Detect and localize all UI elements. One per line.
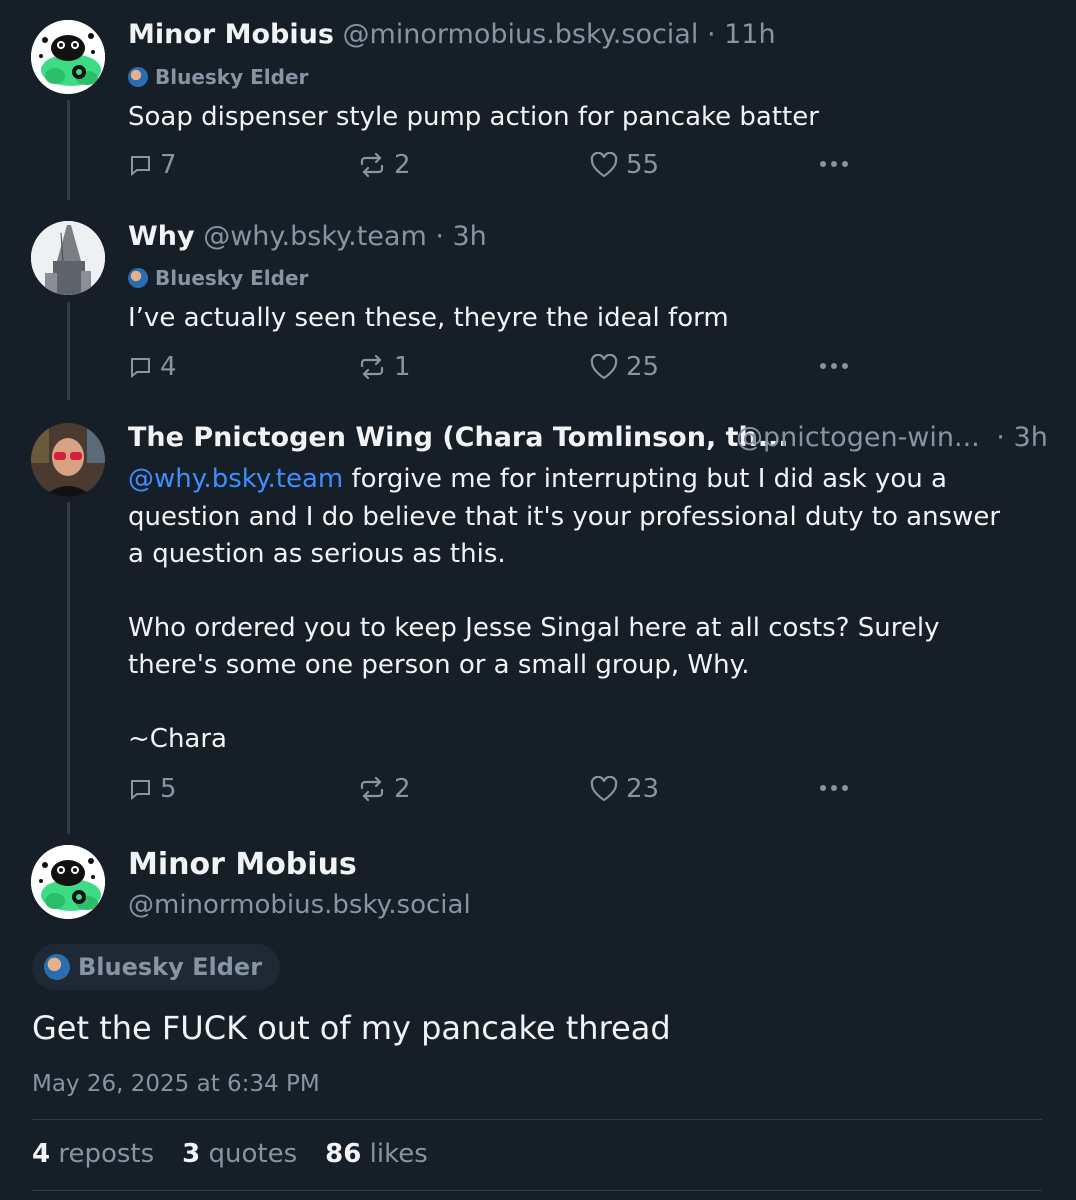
frog-avatar-icon[interactable]	[31, 845, 105, 919]
frog-avatar-icon[interactable]	[31, 20, 105, 94]
repost-icon	[360, 355, 384, 379]
repost-button[interactable]: 2	[358, 148, 411, 182]
mention-link[interactable]: @why.bsky.team	[128, 464, 343, 494]
repost-count: 2	[394, 774, 411, 804]
like-button[interactable]: 23	[590, 772, 659, 806]
divider	[32, 1119, 1042, 1120]
statue-avatar-icon[interactable]	[31, 221, 105, 295]
elder-badge-icon	[44, 954, 70, 980]
likes-count: 86	[325, 1139, 362, 1169]
quotes-label: quotes	[208, 1139, 298, 1169]
more-options-icon[interactable]	[820, 363, 848, 369]
verification-badge[interactable]: Bluesky Elder	[128, 62, 308, 92]
repost-button[interactable]: 1	[358, 350, 411, 384]
more-options-icon[interactable]	[820, 161, 848, 167]
badge-label: Bluesky Elder	[155, 266, 309, 290]
post-header-handle: @pnictogen-win... · 3h	[736, 421, 1048, 455]
post-actions: 4 1 25	[128, 350, 868, 384]
post-text: Soap dispenser style pump action for pan…	[128, 102, 819, 132]
reply-count: 4	[160, 352, 177, 382]
post-time[interactable]: · 3h	[435, 221, 486, 252]
reply-icon	[131, 156, 150, 177]
verification-badge[interactable]: Bluesky Elder	[128, 263, 308, 293]
reply-count: 5	[160, 774, 177, 804]
display-name[interactable]: Why	[128, 221, 195, 252]
post-text: @why.bsky.team forgive me for interrupti…	[128, 461, 947, 498]
thread-line	[67, 502, 70, 834]
handle[interactable]: @minormobius.bsky.social	[128, 887, 471, 923]
badge-label: Bluesky Elder	[155, 65, 309, 89]
person-avatar-icon[interactable]	[31, 423, 105, 497]
likes-stat[interactable]: 86 likes	[325, 1136, 428, 1172]
like-count: 25	[626, 352, 660, 382]
reply-count: 7	[160, 150, 177, 180]
post-text-line1: forgive me for interrupting but I did as…	[343, 464, 947, 494]
reposts-count: 4	[32, 1139, 51, 1169]
more-options-icon[interactable]	[820, 785, 848, 791]
display-name[interactable]: Minor Mobius	[128, 846, 357, 884]
repost-icon	[360, 153, 384, 177]
divider	[32, 1190, 1042, 1191]
quotes-count: 3	[182, 1139, 201, 1169]
reply-icon	[131, 358, 150, 379]
handle[interactable]: @minormobius.bsky.social	[343, 19, 699, 50]
engagement-stats: 4 reposts 3 quotes 86 likes	[32, 1136, 456, 1172]
repost-count: 1	[394, 352, 411, 382]
thread-line	[67, 100, 70, 200]
repost-count: 2	[394, 150, 411, 180]
display-name[interactable]: The Pnictogen Wing (Chara Tomlinson, th.…	[128, 422, 789, 453]
main-post-text: Get the FUCK out of my pancake thread	[32, 1009, 671, 1047]
display-name[interactable]: Minor Mobius	[128, 19, 334, 50]
verification-badge[interactable]: Bluesky Elder	[32, 944, 281, 990]
post-timestamp[interactable]: May 26, 2025 at 6:34 PM	[32, 1068, 320, 1100]
post-text-body: question and I do believe that it's your…	[128, 502, 1001, 754]
post-header: Minor Mobius @minormobius.bsky.social · …	[128, 18, 776, 52]
reply-icon	[131, 780, 150, 801]
thread-line	[67, 302, 70, 400]
like-count: 23	[626, 774, 660, 804]
post-time[interactable]: · 3h	[996, 422, 1047, 453]
post-text: I’ve actually seen these, theyre the ide…	[128, 303, 729, 333]
post-actions: 7 2 55	[128, 148, 868, 182]
like-count: 55	[626, 150, 660, 180]
repost-icon	[360, 777, 384, 801]
repost-button[interactable]: 2	[358, 772, 411, 806]
heart-icon	[590, 354, 618, 380]
heart-icon	[590, 776, 618, 802]
like-button[interactable]: 55	[590, 148, 659, 182]
reposts-stat[interactable]: 4 reposts	[32, 1136, 154, 1172]
post-time[interactable]: · 11h	[707, 19, 776, 50]
heart-icon	[590, 152, 618, 178]
elder-badge-icon	[128, 67, 148, 87]
elder-badge-icon	[128, 268, 148, 288]
like-button[interactable]: 25	[590, 350, 659, 384]
likes-label: likes	[369, 1139, 428, 1169]
badge-label: Bluesky Elder	[78, 953, 263, 981]
reply-button[interactable]: 7	[128, 148, 177, 182]
handle[interactable]: @pnictogen-win...	[736, 422, 980, 453]
handle[interactable]: @why.bsky.team	[203, 221, 427, 252]
reply-button[interactable]: 5	[128, 772, 177, 806]
quotes-stat[interactable]: 3 quotes	[182, 1136, 297, 1172]
post-header: Why @why.bsky.team · 3h	[128, 220, 487, 254]
reply-button[interactable]: 4	[128, 350, 177, 384]
reposts-label: reposts	[58, 1139, 155, 1169]
post-actions: 5 2 23	[128, 772, 868, 806]
